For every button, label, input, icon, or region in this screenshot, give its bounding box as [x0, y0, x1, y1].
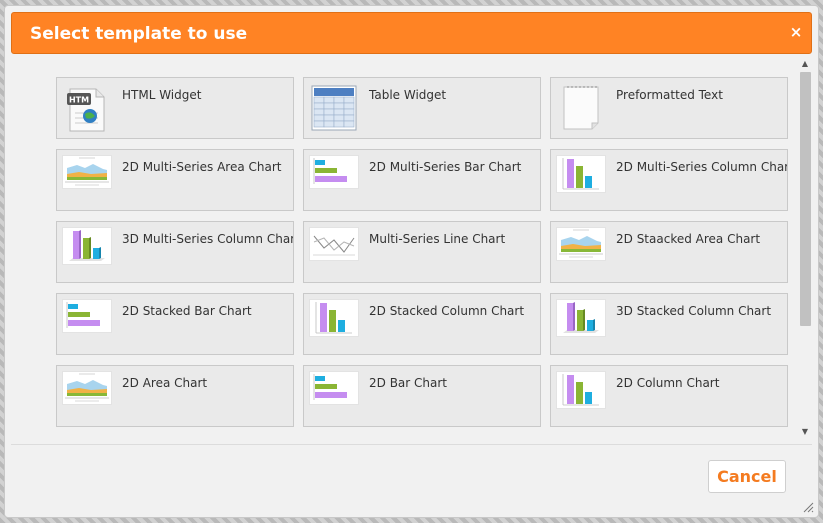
- scrollbar[interactable]: ▲ ▼: [798, 58, 812, 438]
- template-label: 2D Multi-Series Area Chart: [122, 160, 282, 174]
- preformatted-text-icon: [556, 83, 606, 133]
- template-tile[interactable]: Multi-Series Line Chart: [303, 221, 541, 283]
- column-chart-icon: [556, 371, 606, 409]
- template-label: Multi-Series Line Chart: [369, 232, 506, 246]
- scroll-down-arrow-icon[interactable]: ▼: [798, 426, 812, 438]
- template-label: 3D Stacked Column Chart: [616, 304, 772, 318]
- template-tile[interactable]: 2D Multi-Series Area Chart: [56, 149, 294, 211]
- template-tile[interactable]: 3D Multi-Series Column Chart: [56, 221, 294, 283]
- template-grid: HTM HTML Widget Table Widget Preformatte…: [56, 77, 788, 427]
- bar-chart-icon: [309, 155, 359, 189]
- template-label: HTML Widget: [122, 88, 202, 102]
- dialog-titlebar: Select template to use ×: [11, 12, 812, 54]
- html-widget-icon: HTM: [62, 83, 112, 133]
- template-tile[interactable]: HTM HTML Widget: [56, 77, 294, 139]
- dialog-title: Select template to use: [30, 24, 248, 44]
- template-label: 2D Stacked Column Chart: [369, 304, 525, 318]
- bar-chart-icon: [62, 299, 112, 333]
- column-chart-3d-icon: [556, 299, 606, 337]
- column-chart-icon: [309, 299, 359, 337]
- template-tile[interactable]: 2D Area Chart: [56, 365, 294, 427]
- column-chart-icon: [556, 155, 606, 193]
- template-tile[interactable]: 2D Bar Chart: [303, 365, 541, 427]
- footer-divider: [11, 444, 812, 445]
- template-label: 2D Stacked Bar Chart: [122, 304, 252, 318]
- template-tile[interactable]: 3D Stacked Column Chart: [550, 293, 788, 355]
- template-label: 2D Bar Chart: [369, 376, 447, 390]
- template-tile[interactable]: Preformatted Text: [550, 77, 788, 139]
- template-tile[interactable]: 2D Stacked Bar Chart: [56, 293, 294, 355]
- template-label: 2D Multi-Series Bar Chart: [369, 160, 522, 174]
- area-chart-icon: [556, 227, 606, 261]
- template-tile[interactable]: 2D Multi-Series Bar Chart: [303, 149, 541, 211]
- template-tile[interactable]: 2D Staacked Area Chart: [550, 221, 788, 283]
- template-label: 2D Multi-Series Column Chart: [616, 160, 788, 174]
- close-icon[interactable]: ×: [787, 22, 805, 42]
- template-list: HTM HTML Widget Table Widget Preformatte…: [11, 58, 812, 442]
- template-tile[interactable]: Table Widget: [303, 77, 541, 139]
- template-label: 2D Area Chart: [122, 376, 208, 390]
- area-chart-icon: [62, 155, 112, 189]
- scrollbar-thumb[interactable]: [800, 72, 811, 326]
- resize-handle-icon[interactable]: [802, 501, 814, 513]
- table-widget-icon: [309, 83, 359, 133]
- area-chart-icon: [62, 371, 112, 405]
- template-dialog: Select template to use × HTM HTML Widget: [4, 5, 819, 518]
- template-label: 2D Column Chart: [616, 376, 720, 390]
- bar-chart-icon: [309, 371, 359, 405]
- scroll-up-arrow-icon[interactable]: ▲: [798, 58, 812, 70]
- template-label: Preformatted Text: [616, 88, 723, 102]
- line-chart-icon: [309, 227, 359, 261]
- svg-text:HTM: HTM: [69, 96, 89, 105]
- template-tile[interactable]: 2D Multi-Series Column Chart: [550, 149, 788, 211]
- template-label: 3D Multi-Series Column Chart: [122, 232, 294, 246]
- column-chart-3d-icon: [62, 227, 112, 265]
- template-tile[interactable]: 2D Column Chart: [550, 365, 788, 427]
- template-label: 2D Staacked Area Chart: [616, 232, 761, 246]
- cancel-button[interactable]: Cancel: [708, 460, 786, 493]
- template-label: Table Widget: [369, 88, 447, 102]
- template-tile[interactable]: 2D Stacked Column Chart: [303, 293, 541, 355]
